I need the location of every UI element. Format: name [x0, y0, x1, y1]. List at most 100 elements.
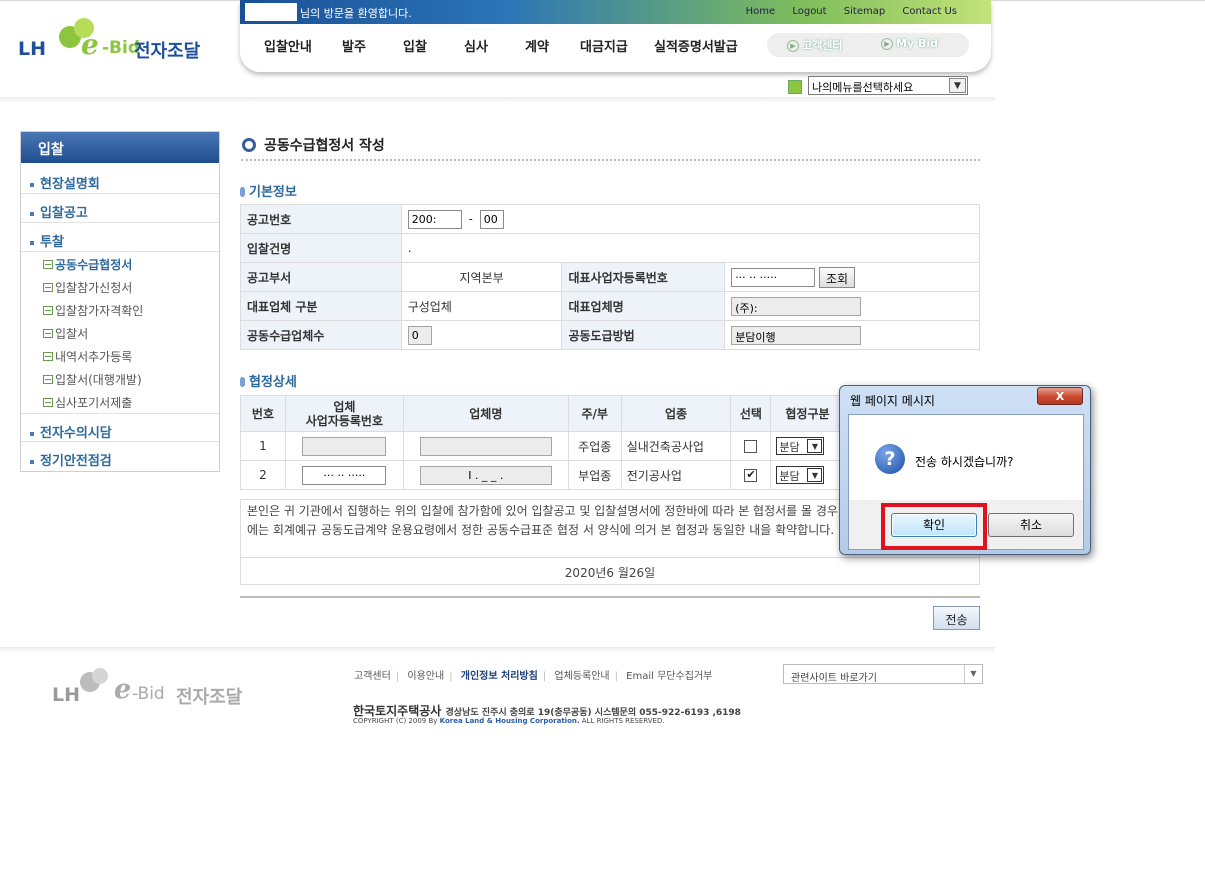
top-navigation: 님의 방문을 환영합니다. Home Logout Sitemap Contac… [240, 0, 991, 72]
rep-regno-field[interactable]: ··· ·· ····· [731, 267, 816, 287]
row-no: 2 [240, 460, 286, 490]
row-agreement-select[interactable]: 분담 ▼ [776, 437, 825, 455]
sidebar-item-site-briefing[interactable]: 현장설명회 [21, 165, 219, 194]
col-header-role: 주/부 [567, 395, 622, 432]
section-bullet-icon [240, 376, 245, 387]
minus-icon [43, 375, 53, 384]
row-select-cell [730, 460, 772, 490]
rep-regno-label: 대표사업자등록번호 [561, 262, 726, 292]
mybid-button[interactable]: ▶ My Bid [881, 37, 938, 50]
footer-logo-lh: LH [52, 684, 81, 706]
close-button[interactable]: X [1037, 387, 1083, 405]
sidebar-sub-joint-agreement[interactable]: 공동수급협정서 [43, 256, 132, 273]
lookup-button[interactable]: 조회 [819, 266, 856, 288]
menu-order[interactable]: 발주 [342, 36, 366, 55]
logo-dot [92, 668, 108, 684]
col-header-industry: 업종 [620, 395, 732, 432]
sidebar-item-private-negotiation[interactable]: 전자수의시담 [21, 413, 219, 442]
notice-no-separator: - [468, 211, 473, 226]
row-industry: 실내건축공사업 [620, 431, 732, 461]
footer-link-registration[interactable]: 업체등록안내 [554, 671, 609, 682]
footer-links: 고객센터 | 이용안내 | 개인정보 처리방침 | 업체등록안내 | Email 무단수… [354, 667, 712, 682]
content-divider [240, 596, 980, 598]
sidebar-sub-qualification-check[interactable]: 입찰참가자격확인 [43, 302, 143, 319]
chevron-down-icon: ▼ [807, 468, 823, 482]
footer-link-privacy[interactable]: 개인정보 처리방침 [461, 671, 538, 682]
row-regno-cell: ··· ·· ····· [284, 460, 404, 490]
row-agreement-value: 분담 [779, 441, 800, 454]
menu-payment[interactable]: 대금지급 [580, 36, 628, 55]
company-name: 한국토지주택공사 [353, 704, 442, 718]
minus-icon [43, 306, 53, 315]
sidebar-item-label: 현장설명회 [40, 177, 100, 192]
rep-name-field[interactable]: (주): [731, 296, 862, 316]
ok-button[interactable]: 확인 [891, 513, 977, 537]
notice-no-field-2[interactable]: 00 [479, 209, 504, 229]
bid-name-value: . [400, 233, 981, 263]
row-agreement-select[interactable]: 분담 ▼ [776, 466, 825, 484]
related-sites-select[interactable]: 관련사이트 바로가기 ▼ [783, 664, 983, 684]
chevron-down-icon: ▼ [949, 78, 966, 93]
menu-review[interactable]: 심사 [464, 36, 488, 55]
method-label: 공동도급방법 [561, 320, 726, 350]
home-link[interactable]: Home [746, 6, 776, 17]
row-company-field[interactable]: I . _ _ . [419, 465, 552, 485]
sidebar-sub-review-waiver[interactable]: 심사포기서제출 [43, 394, 132, 411]
footer-logo-name: 전자조달 [176, 687, 243, 708]
logout-link[interactable]: Logout [792, 6, 826, 17]
sitemap-link[interactable]: Sitemap [844, 6, 885, 17]
sidebar-sub-statement-register[interactable]: 내역서추가등록 [43, 348, 132, 365]
chevron-down-icon: ▼ [964, 665, 982, 683]
col-header-company: 업체명 [402, 395, 569, 432]
minus-icon [43, 352, 53, 361]
menu-bid-guide[interactable]: 입찰안내 [264, 36, 312, 55]
sidebar-sub-label: 공동수급협정서 [55, 258, 133, 272]
footer-link-customer-center[interactable]: 고객센터 [354, 671, 391, 682]
pledge-text: 본인은 귀 기관에서 집행하는 위의 입찰에 참가함에 있어 입찰공고 및 입찰… [247, 504, 838, 537]
cancel-button[interactable]: 취소 [988, 513, 1074, 537]
method-field[interactable]: 분담이행 [731, 325, 862, 345]
joint-count-field[interactable]: 0 [407, 325, 432, 345]
contact-link[interactable]: Contact Us [902, 6, 957, 17]
row-company-cell: I . _ _ . [402, 460, 569, 490]
rep-name-label: 대표업체명 [561, 291, 726, 321]
separator: | [542, 671, 547, 682]
col-header-select: 선택 [730, 395, 772, 432]
sidebar-sub-bid-agency[interactable]: 입찰서(대행개발) [43, 371, 142, 388]
sidebar-item-safety-check[interactable]: 정기안전점검 [21, 442, 219, 471]
row-company-field[interactable] [419, 436, 552, 456]
sidebar-sub-bid-form[interactable]: 입찰서 [43, 325, 88, 342]
sidebar-item-label: 전자수의시담 [40, 426, 112, 441]
username-redacted [245, 3, 297, 21]
sidebar-sub-participation-application[interactable]: 입찰참가신청서 [43, 279, 132, 296]
notice-no-field-1[interactable]: 200: [407, 209, 462, 229]
row-select-checkbox[interactable] [744, 468, 758, 482]
top-links: Home Logout Sitemap Contact Us [732, 6, 957, 17]
title-divider [241, 159, 980, 161]
section-detail-label: 협정상세 [249, 375, 297, 390]
menu-contract[interactable]: 계약 [525, 36, 549, 55]
sidebar-item-tender[interactable]: 투찰 [21, 223, 219, 252]
footer-logo: LH e -Bid 전자조달 [52, 668, 252, 712]
logo-e: e [81, 28, 99, 61]
pledge-date: 2020년6 월26일 [241, 557, 979, 585]
row-agreement-value: 분담 [779, 470, 800, 483]
title-bullet-icon [242, 138, 256, 152]
row-regno-field[interactable] [302, 436, 387, 456]
footer-link-usage-guide[interactable]: 이용안내 [407, 671, 444, 682]
logo-lh: LH [18, 38, 47, 60]
section-bullet-icon [240, 186, 245, 197]
sidebar-item-label: 투찰 [40, 235, 64, 250]
menu-bid[interactable]: 입찰 [403, 36, 427, 55]
menu-certificate[interactable]: 실적증명서발급 [654, 36, 738, 55]
ebid-logo[interactable]: LH e -Bid 전자조달 [18, 18, 218, 62]
row-industry: 전기공사업 [620, 460, 732, 490]
row-select-checkbox[interactable] [744, 440, 758, 453]
welcome-bar: 님의 방문을 환영합니다. Home Logout Sitemap Contac… [240, 0, 991, 24]
footer-link-email-policy[interactable]: Email 무단수집거부 [626, 671, 712, 682]
sidebar-item-bid-notice[interactable]: 입찰공고 [21, 194, 219, 223]
customer-center-button[interactable]: ▶ 고객센터 [787, 37, 842, 53]
my-menu-select[interactable]: 나의메뉴를선택하세요 ▼ [808, 76, 968, 95]
send-button[interactable]: 전송 [933, 606, 980, 630]
row-regno-field[interactable]: ··· ·· ····· [302, 465, 387, 485]
